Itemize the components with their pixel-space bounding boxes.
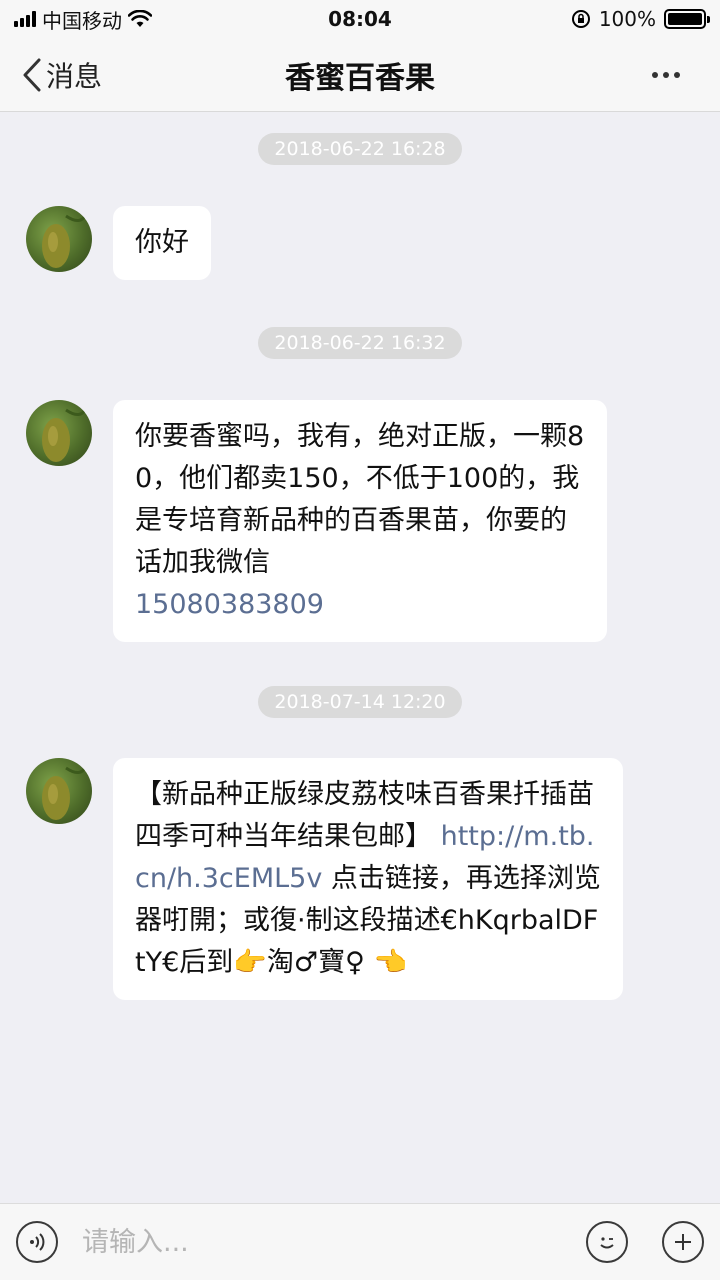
page-title: 香蜜百香果	[285, 60, 435, 96]
nav-bar: 消息 香蜜百香果	[0, 38, 720, 112]
battery-fill	[668, 13, 702, 25]
battery-percent: 100%	[598, 7, 656, 31]
signal-icon	[14, 11, 36, 27]
more-button[interactable]	[652, 38, 680, 112]
message-bubble[interactable]: 【新品种正版绿皮荔枝味百香果扦插苗 四季可种当年结果包邮】 http://m.t…	[113, 758, 623, 1000]
emoji-button[interactable]	[586, 1221, 628, 1263]
message-bubble[interactable]: 你要香蜜吗，我有，绝对正版，一颗80，他们都卖150，不低于100的，我是专培育…	[113, 400, 607, 642]
wifi-icon	[128, 10, 152, 27]
status-left: 中国移动	[14, 5, 152, 34]
back-label: 消息	[46, 60, 103, 93]
battery-icon	[664, 9, 710, 29]
voice-icon	[30, 1233, 45, 1251]
avatar-fruit-image	[42, 213, 88, 268]
plus-icon	[675, 1234, 691, 1250]
message-row: 你好	[26, 206, 211, 280]
status-right: 100%	[571, 7, 710, 31]
rotation-lock-icon	[571, 10, 590, 28]
add-button[interactable]	[662, 1221, 704, 1263]
emoji-icon	[600, 1237, 614, 1249]
timestamp: 2018-06-22 16:28	[0, 133, 720, 165]
status-bar: 中国移动 08:04 100%	[0, 0, 720, 38]
carrier-label: 中国移动	[42, 8, 122, 33]
back-button[interactable]: 消息	[22, 38, 102, 112]
input-actions	[586, 1221, 704, 1263]
avatar-fruit-image	[42, 765, 88, 820]
voice-button[interactable]	[16, 1221, 58, 1263]
chevron-left-icon	[23, 58, 41, 92]
message-input[interactable]	[82, 1226, 586, 1258]
timestamp: 2018-06-22 16:32	[0, 327, 720, 359]
timestamp-text: 2018-07-14 12:20	[258, 686, 462, 718]
message-row: 【新品种正版绿皮荔枝味百香果扦插苗 四季可种当年结果包邮】 http://m.t…	[26, 758, 623, 1000]
avatar[interactable]	[26, 400, 92, 466]
message-bubble[interactable]: 你好	[113, 206, 211, 280]
timestamp-text: 2018-06-22 16:28	[258, 133, 462, 165]
avatar[interactable]	[26, 758, 92, 824]
more-icon-dot	[663, 72, 669, 78]
phone-link[interactable]: 15080383809	[135, 589, 324, 620]
message-text: 你好	[135, 227, 189, 258]
more-icon	[652, 72, 658, 78]
message-text: 你要香蜜吗，我有，绝对正版，一颗80，他们都卖150，不低于100的，我是专培育…	[135, 421, 585, 578]
avatar[interactable]	[26, 206, 92, 272]
chat-area[interactable]: 2018-06-22 16:28 你好 2018-06-22 16:32 你要香…	[0, 113, 720, 1203]
input-bar	[0, 1203, 720, 1280]
avatar-fruit-image	[42, 407, 88, 462]
timestamp: 2018-07-14 12:20	[0, 686, 720, 718]
timestamp-text: 2018-06-22 16:32	[258, 327, 462, 359]
more-icon-dot	[674, 72, 680, 78]
message-row: 你要香蜜吗，我有，绝对正版，一颗80，他们都卖150，不低于100的，我是专培育…	[26, 400, 607, 642]
